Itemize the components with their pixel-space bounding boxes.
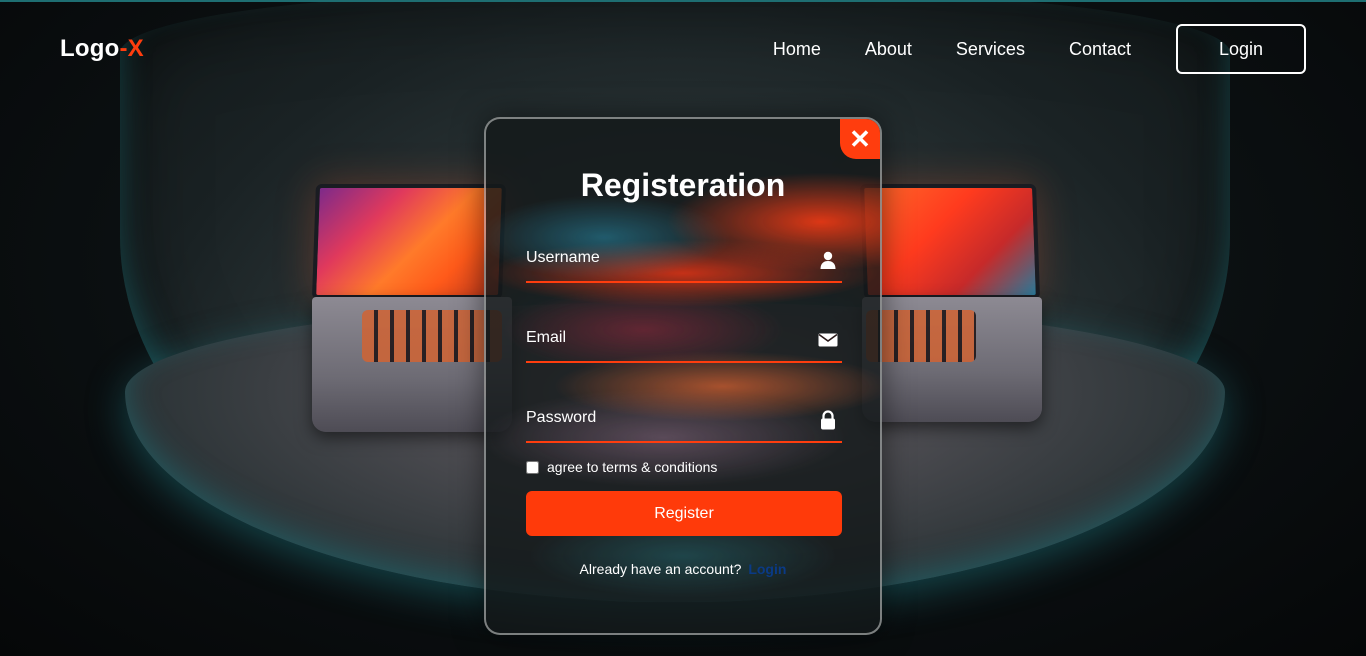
username-input[interactable] bbox=[526, 239, 842, 281]
close-button[interactable]: ✕ bbox=[840, 119, 880, 159]
header: Logo-X Home About Services Contact Login bbox=[0, 2, 1366, 96]
main-nav: Home About Services Contact Login bbox=[773, 24, 1306, 74]
terms-row: agree to terms & conditions bbox=[526, 459, 717, 475]
register-button[interactable]: Register bbox=[526, 491, 842, 536]
nav-contact[interactable]: Contact bbox=[1069, 39, 1131, 60]
nav-home[interactable]: Home bbox=[773, 39, 821, 60]
login-link[interactable]: Login bbox=[748, 561, 786, 577]
nav-about[interactable]: About bbox=[865, 39, 912, 60]
terms-label: agree to terms & conditions bbox=[547, 459, 718, 475]
logo[interactable]: Logo-X bbox=[60, 35, 144, 63]
page: Logo-X Home About Services Contact Login… bbox=[0, 0, 1366, 656]
header-login-button[interactable]: Login bbox=[1176, 24, 1306, 74]
envelope-icon bbox=[818, 333, 838, 347]
user-icon bbox=[820, 251, 836, 269]
registration-modal: ✕ Registeration agree bbox=[484, 117, 882, 635]
logo-accent: -X bbox=[119, 35, 144, 62]
already-account-label: Already have an account? bbox=[579, 561, 742, 577]
nav-services[interactable]: Services bbox=[956, 39, 1025, 60]
password-input[interactable] bbox=[526, 399, 842, 441]
close-icon: ✕ bbox=[849, 123, 871, 154]
modal-title: Registeration bbox=[580, 167, 786, 203]
password-field bbox=[526, 399, 842, 443]
email-field bbox=[526, 319, 842, 363]
lock-icon bbox=[821, 410, 835, 430]
email-input[interactable] bbox=[526, 319, 842, 361]
logo-text: Logo bbox=[60, 35, 120, 62]
terms-checkbox[interactable] bbox=[526, 460, 539, 474]
already-account-text: Already have an account? Login bbox=[486, 561, 880, 577]
username-field bbox=[526, 239, 842, 283]
